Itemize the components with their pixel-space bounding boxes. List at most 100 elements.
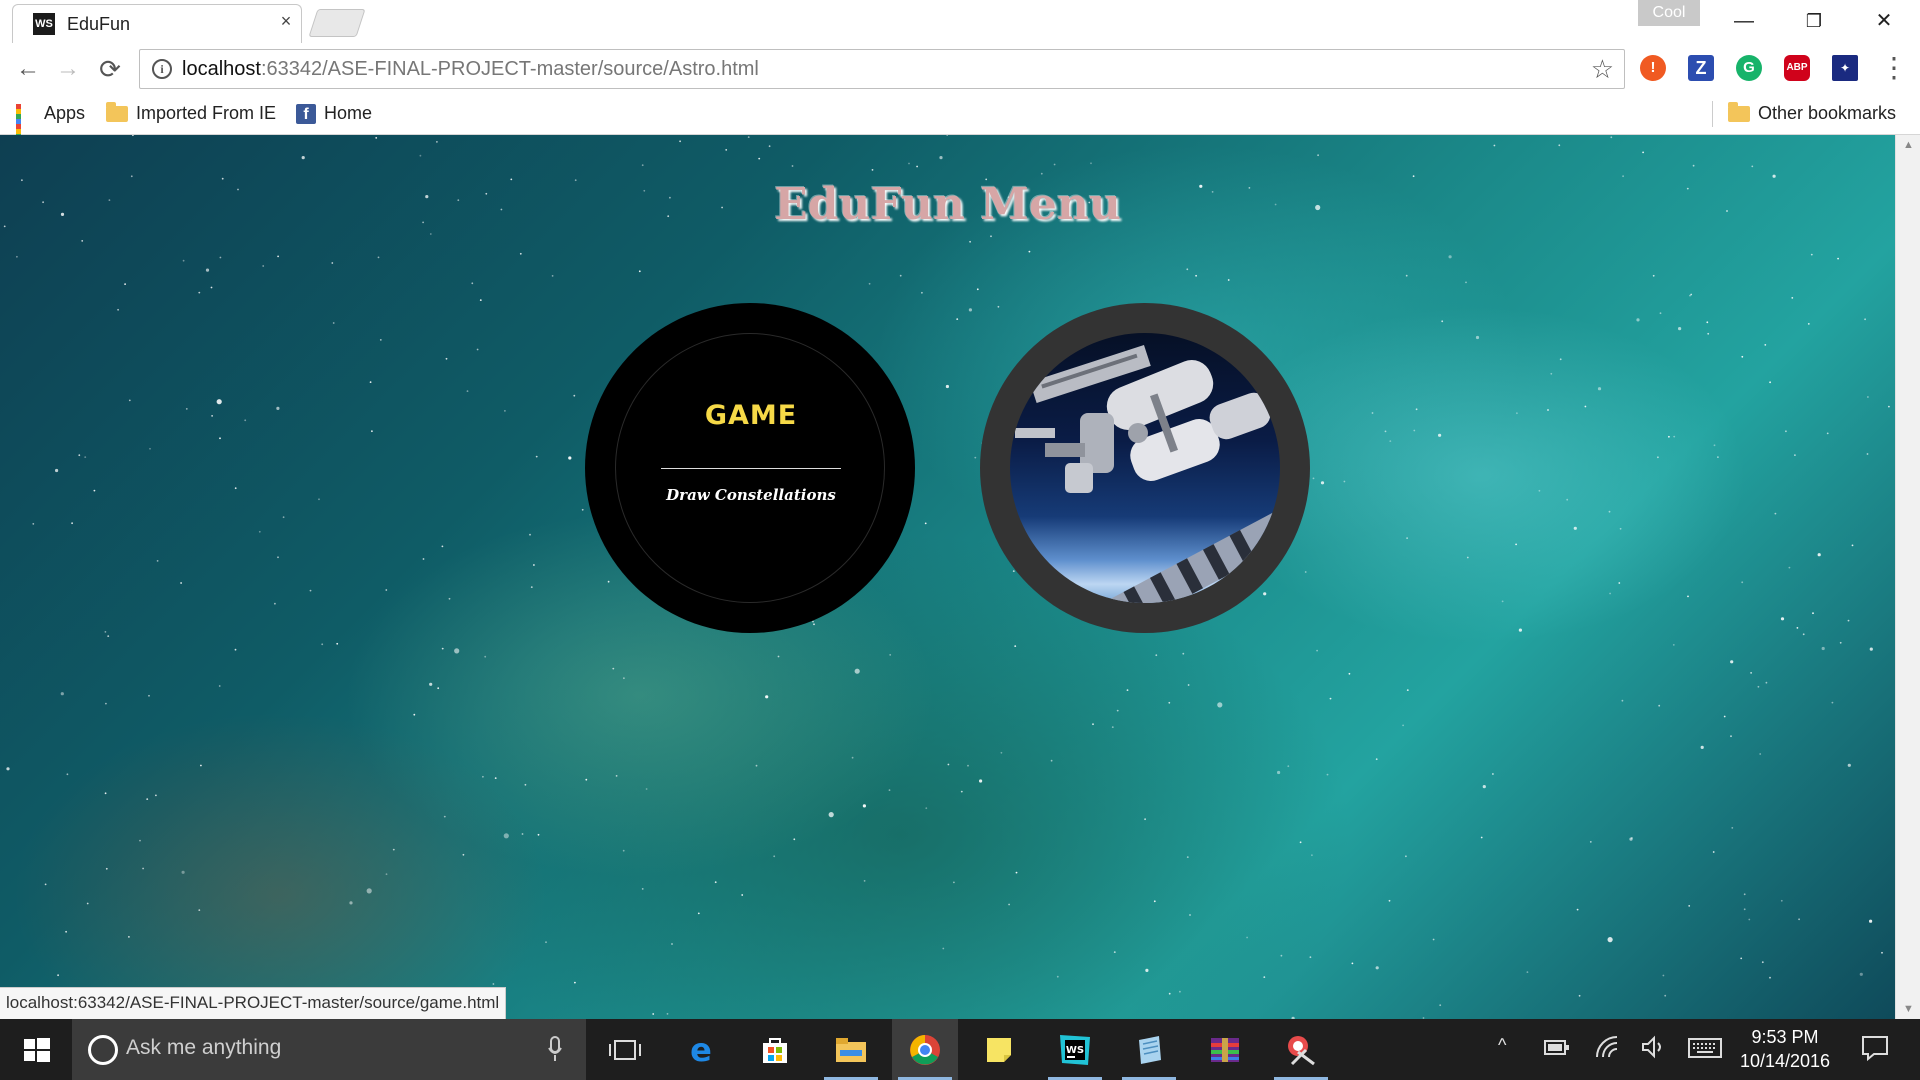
star <box>1839 641 1842 644</box>
wifi-icon[interactable] <box>1594 1035 1620 1059</box>
address-bar[interactable]: i localhost:63342/ASE-FINAL-PROJECT-mast… <box>139 49 1625 89</box>
bookmark-imported-from-ie[interactable]: Imported From IE <box>106 101 276 124</box>
page-viewport: EduFun Menu GAME Draw Constellations <box>0 135 1895 1019</box>
star <box>1014 645 1017 647</box>
status-bubble: localhost:63342/ASE-FINAL-PROJECT-master… <box>0 987 507 1019</box>
bookmark-star-icon[interactable]: ☆ <box>1591 54 1614 85</box>
star <box>1748 918 1751 921</box>
star <box>888 789 891 791</box>
star <box>377 256 380 259</box>
restore-button[interactable]: ❐ <box>1790 4 1838 38</box>
show-hidden-icons-button[interactable]: ^ <box>1498 1035 1506 1056</box>
star <box>436 141 438 143</box>
sticky-notes-taskbar-button[interactable] <box>966 1019 1032 1080</box>
star <box>1317 154 1319 157</box>
vertical-scrollbar[interactable]: ▲ ▼ <box>1895 135 1920 1019</box>
game-menu-button[interactable]: GAME Draw Constellations <box>585 303 915 633</box>
star <box>219 437 221 440</box>
star <box>198 909 201 911</box>
file-explorer-taskbar-button[interactable] <box>818 1019 884 1080</box>
action-center-icon[interactable] <box>1860 1035 1890 1061</box>
star <box>277 556 279 559</box>
star <box>1515 543 1517 546</box>
star <box>1688 905 1691 907</box>
profile-badge[interactable]: Cool <box>1638 0 1700 26</box>
space-station-image <box>1010 333 1280 603</box>
star <box>947 763 950 766</box>
store-taskbar-button[interactable] <box>742 1019 808 1080</box>
battery-icon[interactable] <box>1544 1039 1570 1057</box>
clock[interactable]: 9:53 PM 10/14/2016 <box>1730 1025 1840 1073</box>
star <box>1326 773 1329 776</box>
space-station-menu-button[interactable] <box>980 303 1310 633</box>
star <box>741 894 744 896</box>
adblock-extension-icon[interactable]: ABP <box>1784 55 1810 81</box>
microphone-icon[interactable] <box>548 1036 562 1062</box>
star <box>1559 358 1562 361</box>
alert-extension-icon[interactable]: ! <box>1640 55 1666 81</box>
star <box>969 240 971 243</box>
star <box>585 778 588 781</box>
cortana-search-box[interactable]: Ask me anything <box>72 1019 586 1080</box>
cortana-icon <box>88 1035 118 1065</box>
flag-extension-icon[interactable]: ✦ <box>1832 55 1858 81</box>
forward-button[interactable]: → <box>52 53 84 85</box>
bookmark-other[interactable]: Other bookmarks <box>1728 101 1896 124</box>
chrome-taskbar-button[interactable] <box>892 1019 958 1080</box>
star <box>1000 751 1003 754</box>
star <box>615 775 618 777</box>
star <box>1621 699 1624 702</box>
snipping-tool-taskbar-button[interactable] <box>1268 1019 1334 1080</box>
star <box>863 880 866 882</box>
z-extension-icon[interactable]: Z <box>1688 55 1714 81</box>
close-window-button[interactable]: ✕ <box>1860 4 1908 38</box>
grammarly-extension-icon[interactable]: G <box>1736 55 1762 81</box>
star <box>666 1013 669 1015</box>
store-bag-icon <box>763 1037 787 1063</box>
browser-menu-icon[interactable]: ⋮ <box>1880 51 1908 85</box>
star <box>1448 255 1452 259</box>
volume-icon[interactable] <box>1640 1035 1666 1059</box>
star <box>1831 701 1834 704</box>
info-icon[interactable]: i <box>152 59 172 79</box>
star <box>182 259 185 262</box>
star <box>1864 318 1866 321</box>
task-view-button[interactable] <box>592 1019 658 1080</box>
start-button[interactable] <box>0 1019 72 1080</box>
url-text[interactable]: localhost:63342/ASE-FINAL-PROJECT-master… <box>182 58 759 81</box>
scroll-up-icon[interactable]: ▲ <box>1896 139 1920 151</box>
scroll-down-icon[interactable]: ▼ <box>1896 1003 1920 1015</box>
star <box>645 788 648 790</box>
star <box>1619 527 1622 530</box>
minimize-button[interactable]: — <box>1720 4 1768 38</box>
tab-close-icon[interactable]: × <box>275 11 297 32</box>
star <box>921 291 923 294</box>
star <box>1589 841 1592 843</box>
star <box>758 157 761 160</box>
star <box>1311 854 1313 857</box>
star <box>1343 480 1346 483</box>
star <box>1155 654 1158 657</box>
winrar-taskbar-button[interactable] <box>1192 1019 1258 1080</box>
back-button[interactable]: ← <box>12 53 44 85</box>
bookmark-home[interactable]: f Home <box>296 103 372 124</box>
star <box>1280 954 1283 957</box>
star <box>714 881 717 884</box>
star <box>1657 456 1659 459</box>
star <box>1312 477 1315 480</box>
star <box>379 339 382 341</box>
new-tab-button[interactable] <box>308 9 366 37</box>
star <box>1573 526 1577 530</box>
star <box>777 655 780 658</box>
notepad-taskbar-button[interactable] <box>1116 1019 1182 1080</box>
bookmark-apps[interactable]: Apps <box>16 103 85 149</box>
webstorm-taskbar-button[interactable]: WS <box>1042 1019 1108 1080</box>
reload-button[interactable]: ⟳ <box>94 53 126 85</box>
star <box>871 169 874 171</box>
star <box>181 870 185 874</box>
keyboard-icon[interactable] <box>1688 1037 1722 1059</box>
star <box>1465 281 1467 284</box>
edge-taskbar-button[interactable]: e <box>668 1019 734 1080</box>
browser-tab[interactable]: WS EduFun × <box>12 4 302 43</box>
star <box>429 682 433 686</box>
